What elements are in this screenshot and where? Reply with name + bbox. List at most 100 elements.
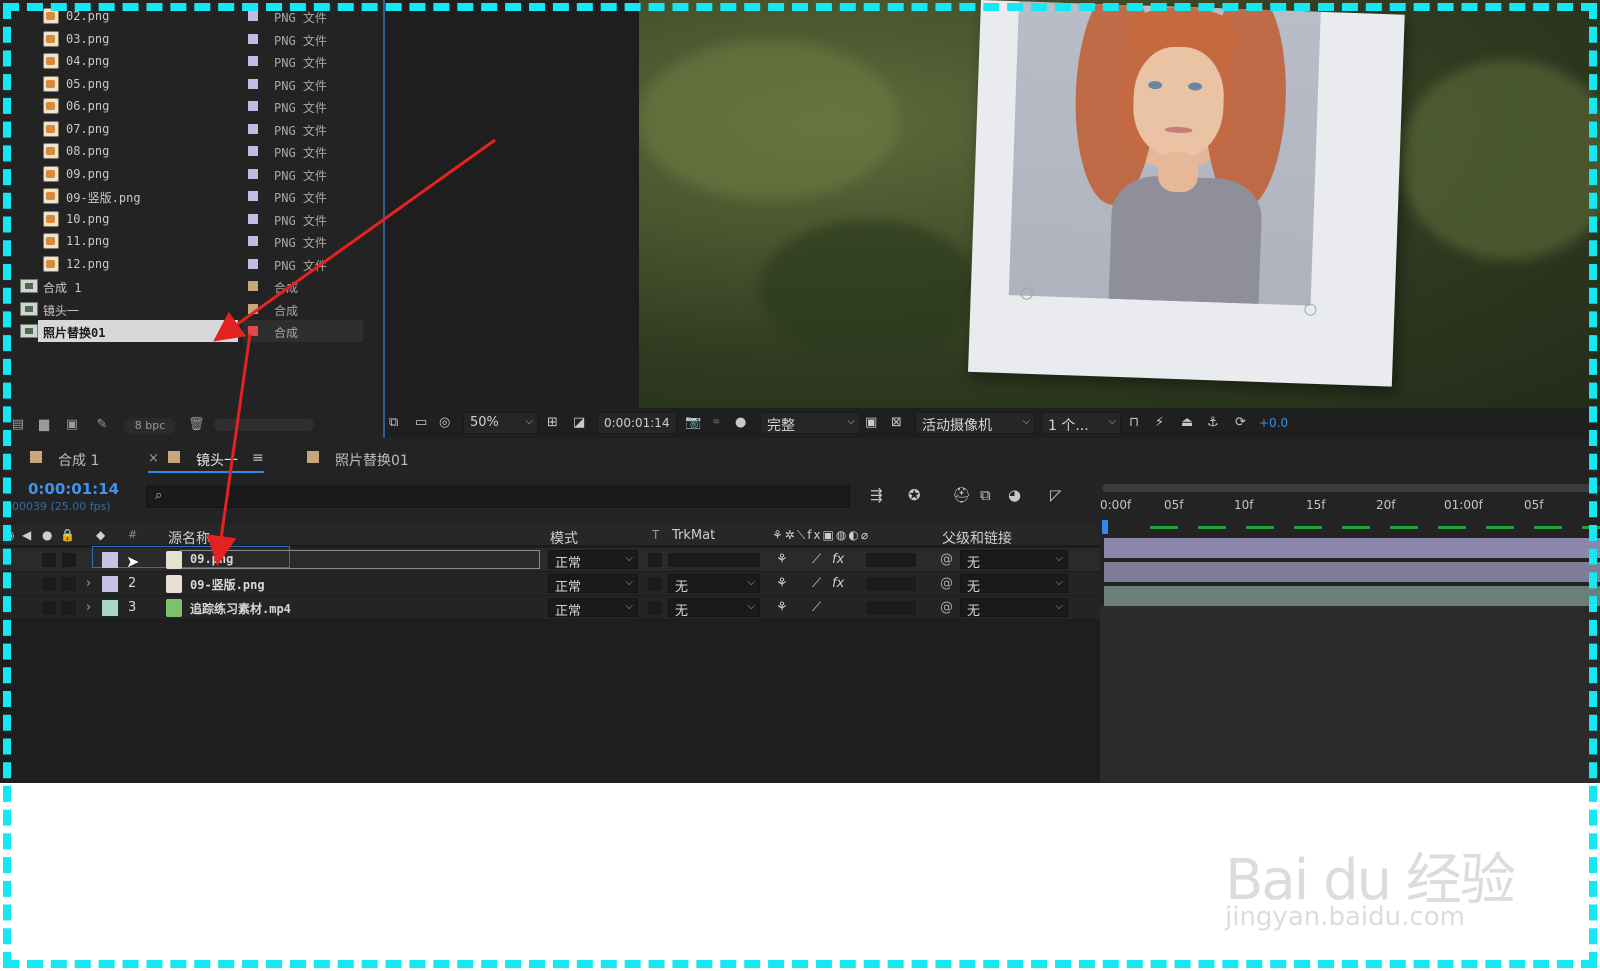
timeline-timecode[interactable]: 0:00:01:14 xyxy=(28,480,119,498)
pickwhip-icon[interactable]: @ xyxy=(940,576,953,591)
motion-blur-icon[interactable]: ◕ xyxy=(1008,486,1021,504)
label-color[interactable] xyxy=(248,146,258,156)
project-item-file[interactable]: 05.png PNG 文件 xyxy=(0,73,380,96)
project-item-file[interactable]: 07.png PNG 文件 xyxy=(0,118,380,141)
frame-blending-icon[interactable]: ⧉ xyxy=(980,486,991,504)
trash-icon[interactable]: 🗑 xyxy=(188,418,205,432)
mode-select[interactable]: 正常 ⌵ xyxy=(548,550,638,571)
flowchart-icon[interactable]: ⚓ xyxy=(1207,415,1219,430)
project-item-comp[interactable]: 照片替换01 合成 xyxy=(0,320,380,343)
mode-select[interactable]: 正常 ⌵ xyxy=(548,598,638,619)
quality-switch-icon[interactable]: ⟋ xyxy=(812,600,821,615)
trkmat-select[interactable]: 无 ⌵ xyxy=(668,598,760,619)
project-scrollbar[interactable] xyxy=(214,419,314,431)
shy-switch-icon[interactable]: ⚘ xyxy=(776,552,788,567)
layer-row[interactable]: › 2 09-竖版.png 正常 ⌵ 无 ⌵ ⚘ ⟋ fx @ 无 ⌵ xyxy=(0,572,1100,596)
switches-icons[interactable]: ⚘✲⟍fx▣◍◐⌀ xyxy=(772,528,870,543)
shy-switch-icon[interactable]: ⚘ xyxy=(776,600,788,615)
layer-name[interactable]: 09.png xyxy=(190,552,233,566)
composition-viewer[interactable] xyxy=(639,0,1600,408)
safe-area-icon[interactable]: ⊞ xyxy=(547,415,558,430)
shy-switch-icon[interactable]: ⚘ xyxy=(776,576,788,591)
parent-select[interactable]: 无 ⌵ xyxy=(960,574,1068,595)
label-color[interactable] xyxy=(248,303,258,314)
label-color[interactable] xyxy=(248,213,258,224)
project-item-file[interactable]: 02.png PNG 文件 xyxy=(0,5,380,28)
label-color[interactable] xyxy=(248,11,258,21)
current-time-indicator[interactable] xyxy=(1102,520,1108,534)
monitor-icon[interactable]: ▭ xyxy=(415,415,427,430)
tab-comp1[interactable]: 合成 1 xyxy=(58,450,99,470)
project-item-file[interactable]: 12.png PNG 文件 xyxy=(0,253,380,276)
label-color[interactable] xyxy=(248,236,258,246)
layer-name[interactable]: 09-竖版.png xyxy=(190,576,265,593)
zoom-select[interactable]: 50% ⌵ xyxy=(463,412,538,434)
label-color[interactable] xyxy=(248,191,258,201)
toggle-pixel-icon[interactable]: ⊓ xyxy=(1129,415,1139,430)
mask-icon[interactable]: ◎ xyxy=(439,415,450,430)
interpret-footage-icon[interactable]: ▤ xyxy=(10,418,26,432)
solo-icon[interactable]: ● xyxy=(42,528,52,542)
menu-icon[interactable]: ≡ xyxy=(252,450,264,466)
pickwhip-icon[interactable]: @ xyxy=(940,552,953,567)
project-item-comp[interactable]: 合成 1 合成 xyxy=(0,275,380,298)
reset-exposure-icon[interactable]: ⟳ xyxy=(1235,415,1246,430)
layer-row[interactable]: 09.png 正常 ⌵ ⚘ ⟋ fx @ 无 ⌵ xyxy=(0,546,1100,572)
layer-label-color[interactable] xyxy=(102,576,118,592)
fast-preview-icon[interactable]: ⚡ xyxy=(1155,415,1164,430)
transparency-grid-icon[interactable]: ⊠ xyxy=(891,415,902,430)
layer-bar-1[interactable] xyxy=(1104,538,1600,558)
always-preview-icon[interactable]: ⧉ xyxy=(389,415,398,430)
project-item-file[interactable]: 08.png PNG 文件 xyxy=(0,140,380,163)
effects-switch-icon[interactable]: fx xyxy=(832,552,844,567)
bit-depth-button[interactable]: 8 bpc xyxy=(124,418,176,434)
layer-label-color[interactable] xyxy=(102,600,118,616)
column-trkmat[interactable]: TrkMat xyxy=(672,528,715,543)
parent-select[interactable]: 无 ⌵ xyxy=(960,550,1068,571)
work-area-bar[interactable] xyxy=(1102,484,1600,492)
show-snapshot-icon[interactable]: ⚭ xyxy=(711,415,722,430)
quality-switch-icon[interactable]: ⟋ xyxy=(812,552,821,567)
tab-photo-replace01[interactable]: 照片替换01 xyxy=(335,450,409,470)
solo-toggle[interactable] xyxy=(42,577,56,591)
timeline-icon[interactable]: ⏏ xyxy=(1181,415,1193,430)
flowchart-icon[interactable]: ✎ xyxy=(94,418,110,432)
project-item-comp[interactable]: 镜头一 合成 xyxy=(0,298,380,321)
camera-select[interactable]: 活动摄像机 ⌵ xyxy=(915,412,1035,434)
snapshot-icon[interactable]: 📷 xyxy=(685,415,701,430)
search-input[interactable]: ⌕ xyxy=(146,486,850,508)
graph-editor-icon[interactable]: ◸ xyxy=(1050,486,1062,504)
expand-arrow-icon[interactable]: › xyxy=(86,600,91,615)
new-composition-icon[interactable]: ▣ xyxy=(64,418,80,432)
trkmat-select[interactable]: 无 ⌵ xyxy=(668,574,760,595)
close-icon[interactable]: × xyxy=(148,451,159,466)
grid-icon[interactable]: ◪ xyxy=(573,415,585,430)
label-color[interactable] xyxy=(248,326,258,336)
rename-field[interactable] xyxy=(180,550,540,569)
project-item-file[interactable]: 03.png PNG 文件 xyxy=(0,28,380,51)
channel-icon[interactable]: ● xyxy=(735,415,746,430)
column-mode[interactable]: 模式 xyxy=(550,528,578,548)
lock-toggle[interactable] xyxy=(62,553,76,567)
comp-mini-flowchart-icon[interactable]: ⇶ xyxy=(870,486,883,504)
region-of-interest-icon[interactable]: ▣ xyxy=(865,415,877,430)
layer-row[interactable]: › 3 追踪练习素材.mp4 正常 ⌵ 无 ⌵ ⚘ ⟋ @ 无 ⌵ xyxy=(0,596,1100,620)
preserve-transparency-toggle[interactable] xyxy=(648,577,662,591)
audio-icon[interactable]: ◀ xyxy=(22,528,31,542)
lock-toggle[interactable] xyxy=(62,577,76,591)
project-item-file[interactable]: 04.png PNG 文件 xyxy=(0,50,380,73)
views-select[interactable]: 1 个... ⌵ xyxy=(1041,412,1121,434)
track-point-right[interactable] xyxy=(1304,303,1317,316)
project-item-file[interactable]: 06.png PNG 文件 xyxy=(0,95,380,118)
label-color[interactable] xyxy=(248,101,258,111)
parent-select[interactable]: 无 ⌵ xyxy=(960,598,1068,619)
effects-switch-icon[interactable]: fx xyxy=(832,576,844,591)
project-item-file[interactable]: 11.png PNG 文件 xyxy=(0,230,380,253)
tab-shot1[interactable]: 镜头一 xyxy=(196,450,238,470)
label-color[interactable] xyxy=(248,281,258,291)
quality-switch-icon[interactable]: ⟋ xyxy=(812,576,821,591)
draft-3d-icon[interactable]: ✪ xyxy=(908,486,921,504)
label-color[interactable] xyxy=(248,168,258,179)
shy-icon[interactable]: ⛑ xyxy=(952,486,971,504)
layer-label-color[interactable] xyxy=(102,552,118,568)
